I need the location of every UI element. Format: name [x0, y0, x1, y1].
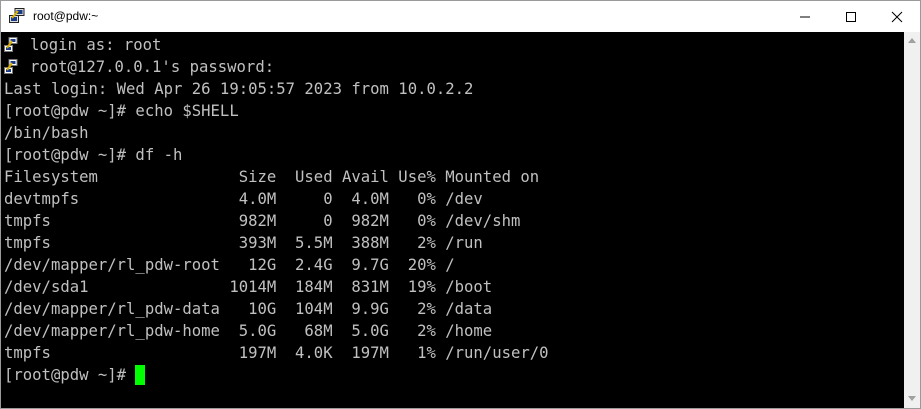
terminal-line: [root@pdw ~]# df -h	[4, 146, 183, 164]
putty-icon[interactable]	[9, 8, 25, 24]
minimize-icon	[800, 16, 810, 18]
terminal-line: /bin/bash	[4, 124, 89, 142]
window-title: root@pdw:~	[33, 9, 99, 23]
terminal-line: root@127.0.0.1's password:	[4, 56, 549, 78]
terminal-line: tmpfs 393M 5.5M 388M 2% /run	[4, 234, 483, 252]
terminal-line: login as: root	[4, 34, 549, 56]
terminal-line: Filesystem Size Used Avail Use% Mounted …	[4, 168, 540, 186]
minimize-button[interactable]	[782, 1, 828, 32]
text-cursor	[135, 365, 146, 385]
terminal-line-text: root@127.0.0.1's password:	[30, 58, 275, 76]
terminal-line: [root@pdw ~]# echo $SHELL	[4, 102, 239, 120]
close-button[interactable]	[874, 1, 920, 32]
maximize-icon	[846, 12, 856, 22]
shell-prompt: [root@pdw ~]#	[4, 366, 127, 384]
terminal-area[interactable]: login as: root root@127.0.0.1's password…	[1, 32, 904, 408]
close-icon	[891, 11, 903, 23]
terminal-line: /dev/sda1 1014M 184M 831M 19% /boot	[4, 278, 493, 296]
terminal-line: /dev/mapper/rl_pdw-data 10G 104M 9.9G 2%…	[4, 300, 493, 318]
putty-icon	[4, 59, 18, 75]
terminal-line: Last login: Wed Apr 26 19:05:57 2023 fro…	[4, 80, 474, 98]
terminal-line-text: login as: root	[30, 36, 162, 54]
title-bar[interactable]: root@pdw:~	[1, 1, 920, 32]
terminal-output: login as: root root@127.0.0.1's password…	[4, 34, 549, 386]
vertical-scrollbar[interactable]	[904, 32, 920, 408]
terminal-line: /dev/mapper/rl_pdw-home 5.0G 68M 5.0G 2%…	[4, 322, 493, 340]
scroll-down-arrow-icon[interactable]	[908, 396, 916, 401]
maximize-button[interactable]	[828, 1, 874, 32]
terminal-line: /dev/mapper/rl_pdw-root 12G 2.4G 9.7G 20…	[4, 256, 455, 274]
prompt-line[interactable]: [root@pdw ~]#	[4, 364, 549, 386]
putty-window: root@pdw:~ login as: root root@127.0.0.1…	[0, 0, 921, 409]
terminal-line: devtmpfs 4.0M 0 4.0M 0% /dev	[4, 190, 483, 208]
scroll-up-arrow-icon[interactable]	[908, 38, 916, 43]
putty-icon	[4, 37, 18, 53]
terminal-line: tmpfs 982M 0 982M 0% /dev/shm	[4, 212, 521, 230]
terminal-line: tmpfs 197M 4.0K 197M 1% /run/user/0	[4, 344, 549, 362]
